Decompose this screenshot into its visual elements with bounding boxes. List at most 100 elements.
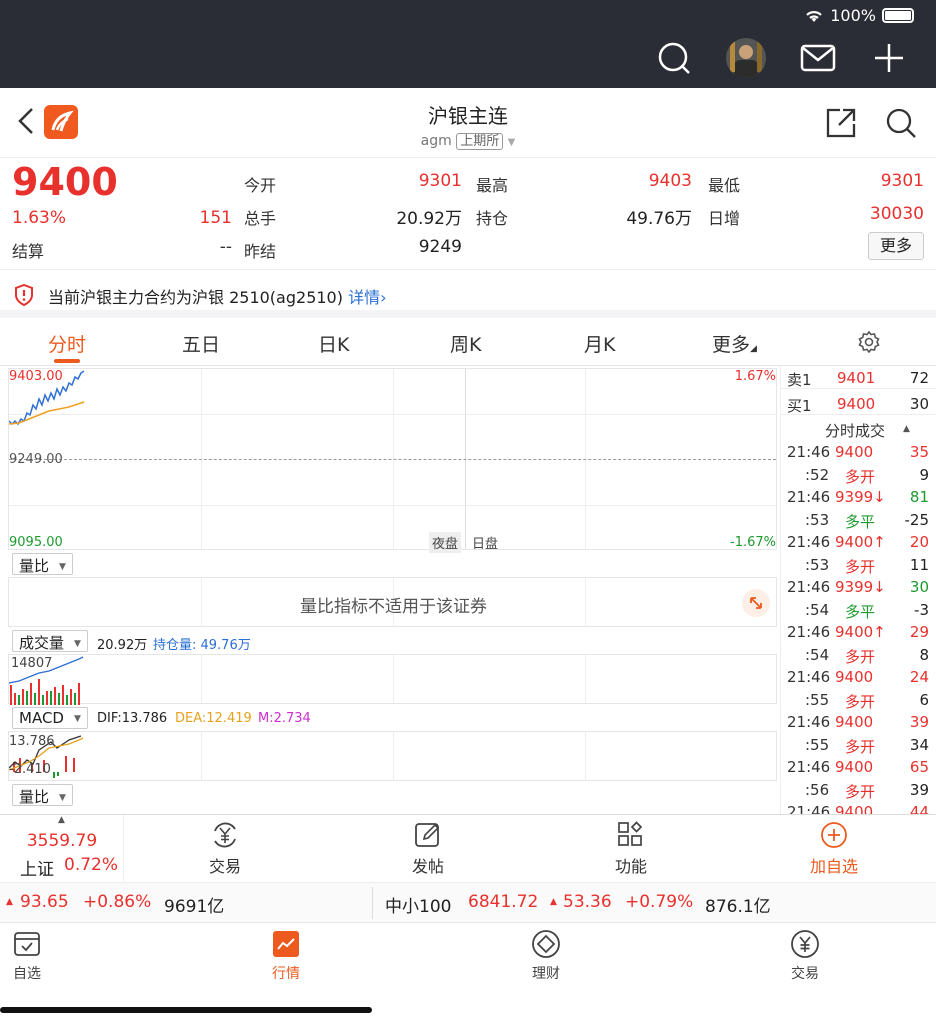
status-bar: 100% bbox=[804, 6, 914, 25]
ticks-header[interactable]: 分时成交 ▲ bbox=[781, 418, 936, 440]
open-label: 今开 bbox=[244, 176, 277, 195]
tab-weekly-k[interactable]: 周K bbox=[450, 330, 481, 357]
expand-icon[interactable] bbox=[742, 589, 770, 617]
daily-increase-value: 30030 bbox=[869, 204, 924, 224]
ticker-value-2: 6841.72 bbox=[468, 892, 539, 912]
add-icon[interactable] bbox=[869, 38, 909, 78]
battery-icon bbox=[882, 8, 914, 23]
tick-time: 21:46 bbox=[787, 623, 831, 641]
tab-five-day[interactable]: 五日 bbox=[182, 330, 220, 357]
tick-row: 21:46 9400 35 bbox=[781, 441, 936, 463]
day-session-label: 日盘 bbox=[472, 537, 499, 552]
volume-selector[interactable]: 成交量 ▼ bbox=[12, 630, 88, 652]
notice-detail-link[interactable]: 详情› bbox=[348, 288, 386, 307]
prev-settle-value: 9249 bbox=[418, 237, 462, 257]
macd-selector[interactable]: MACD ▼ bbox=[12, 707, 88, 729]
notice-text: 当前沪银主力合约为沪银 2510(ag2510) bbox=[48, 288, 343, 307]
low-label: 最低 bbox=[708, 176, 741, 195]
ask-label: 卖1 bbox=[787, 371, 812, 389]
price-panel[interactable]: 9403.00 9249.00 9095.00 1.67% -1.67% 夜盘 … bbox=[8, 368, 777, 553]
share-icon[interactable] bbox=[824, 106, 858, 140]
macd-dif: DIF:13.786 bbox=[97, 711, 168, 726]
tab-more[interactable]: 更多◢ bbox=[712, 330, 757, 357]
settings-icon[interactable] bbox=[857, 330, 881, 354]
nav-watchlist[interactable]: 自选 bbox=[0, 929, 67, 983]
nav-wealth[interactable]: 理财 bbox=[506, 929, 586, 983]
yen-icon bbox=[791, 930, 819, 958]
tick-volume: -3 bbox=[914, 600, 929, 619]
tick-price: 9400 bbox=[835, 443, 874, 461]
tick-volume: 9 bbox=[919, 465, 929, 484]
quote-panel: 9400 1.63% 151 结算 -- 今开 9301 总手 20.92万 昨… bbox=[0, 158, 936, 270]
tick-price: 多开 bbox=[845, 647, 876, 666]
ticks-title: 分时成交 bbox=[825, 422, 886, 440]
macd-dea: DEA:12.419 bbox=[175, 711, 252, 726]
top-app-bar: 100% bbox=[0, 0, 936, 88]
ticker-amount-2: 876.1亿 bbox=[705, 897, 771, 917]
macd-panel: 13.786 -2.410 bbox=[8, 731, 777, 781]
percent-axis-bottom: -1.67% bbox=[730, 535, 776, 550]
volume-ratio-selector-2[interactable]: 量比 ▼ bbox=[12, 784, 73, 806]
tick-price: 多开 bbox=[845, 467, 876, 486]
tick-volume: 20 bbox=[909, 533, 929, 551]
daily-increase-label: 日增 bbox=[708, 209, 741, 228]
tick-time: :54 bbox=[805, 645, 830, 664]
tick-row: :52 多开 9 bbox=[781, 464, 936, 486]
tick-price: 多开 bbox=[845, 737, 876, 756]
tick-time: :56 bbox=[805, 780, 830, 799]
search-icon[interactable] bbox=[654, 38, 694, 78]
caret-down-icon[interactable]: ▼ bbox=[508, 137, 516, 148]
tick-volume: 11 bbox=[909, 555, 929, 574]
tick-price: 多平 bbox=[845, 512, 876, 531]
trade-yen-icon bbox=[214, 822, 236, 848]
more-button[interactable]: 更多 bbox=[868, 232, 924, 260]
add-favorite-button[interactable]: 加自选 bbox=[784, 821, 884, 877]
tick-price: 9399↓ bbox=[835, 488, 886, 506]
mail-icon[interactable] bbox=[798, 38, 838, 78]
bid-volume: 30 bbox=[909, 395, 929, 413]
tick-row: 21:46 9400 39 bbox=[781, 711, 936, 733]
price-axis-mid: 9249.00 bbox=[9, 452, 63, 467]
tick-row: :55 多开 34 bbox=[781, 734, 936, 756]
nav-trade-label: 交易 bbox=[791, 966, 819, 982]
page-header: 沪银主连 agm 上期所 ▼ bbox=[0, 88, 936, 158]
avatar[interactable] bbox=[726, 38, 766, 78]
tab-daily-k[interactable]: 日K bbox=[318, 330, 349, 357]
ticker-divider bbox=[372, 887, 373, 919]
index-widget[interactable]: ▲ 3559.79 上证 0.72% bbox=[0, 815, 124, 883]
intraday-chart[interactable]: 9403.00 9249.00 9095.00 1.67% -1.67% 夜盘 … bbox=[0, 366, 780, 814]
ticker-percent-2: +0.79% bbox=[625, 892, 694, 912]
tick-volume: 34 bbox=[909, 735, 929, 754]
bid-label: 买1 bbox=[787, 397, 812, 415]
functions-button[interactable]: 功能 bbox=[581, 821, 681, 877]
bid-row: 买1 9400 30 bbox=[781, 393, 936, 415]
index-percent: 0.72% bbox=[64, 855, 119, 875]
tick-volume: 65 bbox=[909, 758, 929, 776]
volume-ratio-selector[interactable]: 量比 ▼ bbox=[12, 553, 73, 575]
index-ticker[interactable]: ▲ 93.65 +0.86% 9691亿 中小100 6841.72 ▲ 53.… bbox=[0, 882, 936, 922]
macd-m: M:2.734 bbox=[258, 711, 311, 726]
tick-price: 多开 bbox=[845, 782, 876, 801]
tick-price: 9400↑ bbox=[835, 623, 886, 641]
tick-row: :53 多平 -25 bbox=[781, 509, 936, 531]
tick-row: 21:46 9400 44 bbox=[781, 801, 936, 814]
tick-row: :56 多开 39 bbox=[781, 779, 936, 801]
tick-price: 9399↓ bbox=[835, 578, 886, 596]
trade-button[interactable]: 交易 bbox=[175, 821, 275, 877]
tick-price: 多开 bbox=[845, 692, 876, 711]
caret-up-icon: ▲ bbox=[550, 897, 557, 907]
settle-value: -- bbox=[219, 237, 232, 257]
search-icon[interactable] bbox=[884, 106, 918, 140]
add-circle-icon bbox=[821, 822, 847, 848]
home-indicator bbox=[0, 1007, 372, 1013]
ask-price: 9401 bbox=[837, 369, 876, 387]
open-interest-label: 持仓 bbox=[476, 209, 509, 228]
nav-trade[interactable]: 交易 bbox=[765, 929, 845, 983]
tick-time: 21:46 bbox=[787, 578, 831, 596]
low-value: 9301 bbox=[880, 171, 924, 191]
tab-monthly-k[interactable]: 月K bbox=[584, 330, 615, 357]
volume-axis-top: 14807 bbox=[11, 656, 53, 671]
tab-intraday[interactable]: 分时 bbox=[48, 330, 86, 357]
nav-market[interactable]: 行情 bbox=[246, 929, 326, 983]
post-button[interactable]: 发帖 bbox=[378, 821, 478, 877]
